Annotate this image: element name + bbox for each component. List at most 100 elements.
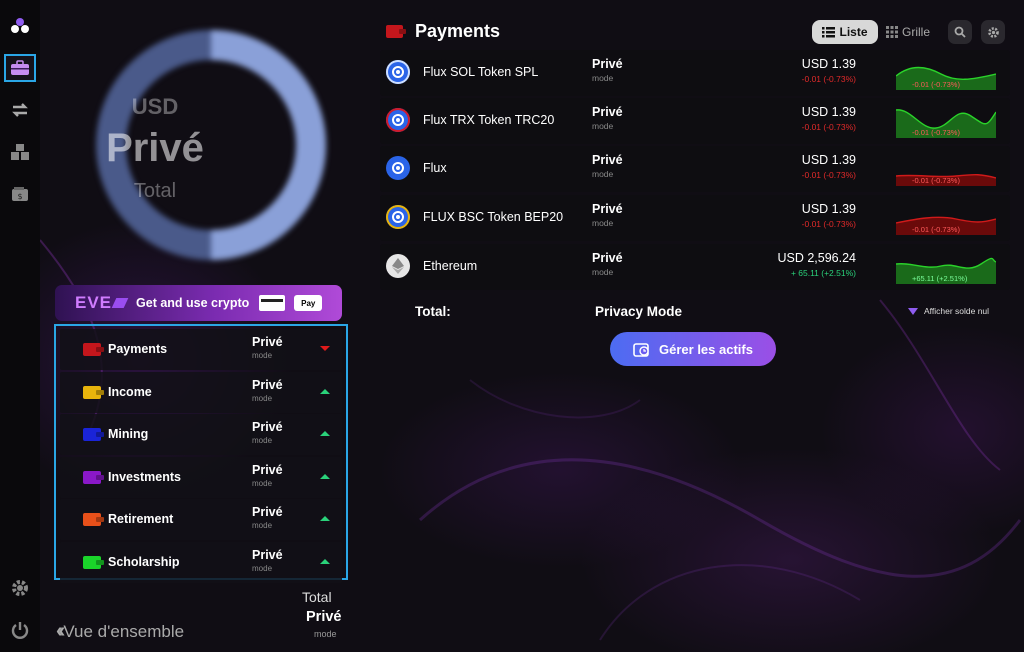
asset-price: USD 2,596.24 — [777, 251, 856, 265]
donut-total-label: Total — [133, 180, 177, 202]
sparkline-change-label: -0.01 (-0.73%) — [912, 225, 963, 234]
wallet-icon — [83, 343, 101, 356]
flux-coin-icon — [386, 205, 410, 229]
sparkline-change-label: -0.01 (-0.73%) — [912, 176, 963, 185]
svg-text:$: $ — [17, 192, 22, 201]
category-row-income[interactable]: Income Privé mode — [60, 371, 342, 413]
eve-logo-mark — [111, 298, 129, 308]
asset-name: Flux TRX Token TRC20 — [423, 113, 555, 127]
asset-value: Privé — [592, 57, 623, 71]
asset-price: USD 1.39 — [801, 202, 856, 216]
left-rail: $ — [0, 0, 40, 652]
asset-name: Ethereum — [423, 259, 478, 273]
asset-price: USD 1.39 — [801, 105, 856, 119]
transfer-icon[interactable] — [4, 96, 36, 124]
view-list-button[interactable]: Liste — [812, 20, 878, 44]
category-mode: mode — [252, 521, 273, 530]
wallet-icon — [83, 428, 101, 441]
category-name: Retirement — [108, 512, 174, 526]
eve-logo: EVE — [75, 293, 113, 312]
page-title: Payments — [415, 21, 501, 41]
trend-up-icon — [320, 431, 330, 436]
asset-value: Privé — [592, 202, 623, 216]
view-list-label: Liste — [839, 25, 868, 39]
manage-assets-button[interactable]: Gérer les actifs — [610, 332, 776, 366]
category-row-investments[interactable]: Investments Privé mode — [60, 456, 342, 498]
settings-button[interactable] — [981, 20, 1005, 44]
flux-coin-icon — [386, 108, 410, 132]
category-row-mining[interactable]: Mining Privé mode — [60, 414, 342, 455]
total-label: Total: — [415, 304, 451, 319]
asset-change: + 65.11 (+2.51%) — [790, 268, 856, 278]
app-logo-icon[interactable] — [4, 12, 36, 40]
asset-price: USD 1.39 — [801, 57, 856, 71]
asset-mode: mode — [592, 73, 614, 83]
donut-currency: USD — [131, 94, 179, 119]
category-row-payments[interactable]: Payments Privé mode — [60, 329, 342, 370]
sparkline-change-text: -0.01 (-0.73%) — [912, 128, 960, 137]
category-name: Investments — [108, 469, 181, 484]
trend-up-icon — [320, 473, 330, 479]
settings-icon[interactable] — [4, 574, 36, 602]
category-row-retirement[interactable]: Retirement Privé mode — [60, 499, 342, 540]
gear-icon — [987, 26, 999, 38]
view-grid-label: Grille — [902, 25, 931, 39]
payments-wallet-icon — [386, 25, 406, 38]
wallet-icon — [83, 513, 101, 526]
asset-mode: mode — [592, 121, 614, 131]
view-grid-button[interactable]: Grille — [886, 20, 946, 44]
wallet-icon[interactable]: $ — [4, 180, 36, 208]
asset-value: Privé — [592, 251, 623, 265]
category-mode: mode — [252, 351, 273, 360]
asset-name: FLUX BSC Token BEP20 — [423, 210, 564, 224]
asset-row-flux[interactable]: Flux Privé mode USD 1.39 -0.01 (-0.73%) … — [380, 146, 1010, 192]
left-total-label: Total — [302, 589, 332, 605]
asset-value: Privé — [592, 153, 623, 167]
eve-banner[interactable]: EVE Get and use crypto Pay — [55, 285, 342, 321]
overview-back-button[interactable]: ‹‹ Vue d'ensemble — [56, 620, 184, 643]
asset-name: Flux — [423, 161, 447, 175]
show-zero-balance-toggle[interactable]: Afficher solde nul — [908, 306, 989, 316]
trend-up-icon — [320, 558, 330, 564]
asset-row-flux-bsc[interactable]: FLUX BSC Token BEP20 Privé mode USD 1.39… — [380, 195, 1010, 241]
sparkline-change-text: -0.01 (-0.73%) — [912, 225, 960, 234]
eve-banner-text: Get and use crypto — [136, 296, 250, 310]
sparkline-change-label: -0.01 (-0.73%) — [912, 80, 963, 89]
left-total-mode: mode — [314, 629, 337, 639]
wallet-icon — [83, 470, 101, 484]
left-total-value: Privé — [306, 609, 342, 625]
category-row-scholarship[interactable]: Scholarship Privé mode — [60, 541, 342, 583]
apple-pay-label: Pay — [301, 298, 316, 308]
asset-row-flux-sol[interactable]: Flux SOL Token SPL Privé mode USD 1.39 -… — [380, 50, 1010, 96]
asset-name: Flux SOL Token SPL — [423, 65, 539, 79]
power-icon[interactable] — [4, 616, 36, 644]
ethereum-coin-icon — [386, 254, 410, 278]
donut-center-label: USD Privé Total — [40, 0, 270, 266]
wallet-icon — [83, 385, 101, 399]
category-value: Privé — [252, 335, 283, 349]
category-mode: mode — [252, 436, 273, 445]
search-button[interactable] — [948, 20, 972, 44]
briefcase-icon[interactable] — [4, 54, 36, 82]
overview-back-label: Vue d'ensemble — [63, 621, 185, 641]
asset-mode: mode — [592, 267, 614, 277]
overview-panel: USD Privé Total EVE Get and use crypto P… — [40, 0, 356, 652]
show-zero-balance-label: Afficher solde nul — [924, 306, 990, 316]
category-mode: mode — [252, 393, 273, 403]
blocks-icon[interactable] — [4, 138, 36, 166]
category-value: Privé — [252, 377, 283, 392]
grid-icon — [886, 26, 898, 38]
asset-change: -0.01 (-0.73%) — [801, 122, 856, 132]
sparkline-change-label: +65.11 (+2.51%) — [912, 274, 970, 283]
wallet-clock-icon — [633, 343, 649, 357]
manage-assets-label: Gérer les actifs — [659, 341, 753, 357]
asset-price: USD 1.39 — [801, 153, 856, 167]
category-mode: mode — [252, 478, 273, 488]
category-list: Payments Privé mode Income Privé mode Mi… — [54, 324, 348, 583]
category-name: Payments — [108, 342, 168, 356]
asset-row-ethereum[interactable]: Ethereum Privé mode USD 2,596.24 + 65.11… — [380, 244, 1010, 290]
credit-card-icon — [259, 295, 286, 311]
sparkline-change-label: -0.01 (-0.73%) — [912, 128, 963, 137]
category-value: Privé — [252, 420, 283, 434]
asset-row-flux-trx[interactable]: Flux TRX Token TRC20 Privé mode USD 1.39… — [380, 98, 1010, 144]
